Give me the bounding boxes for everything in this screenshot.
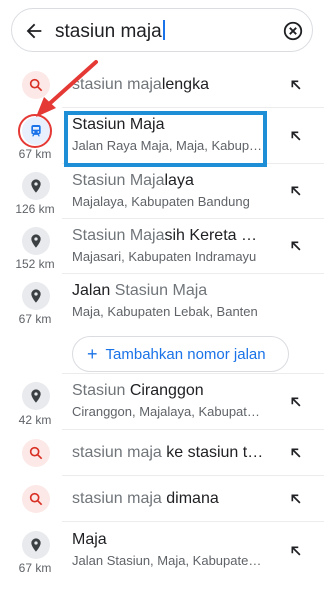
- arrow-up-left-icon[interactable]: [287, 237, 305, 255]
- suggestion-text: Maja Jalan Stasiun, Maja, Kabupaten Leba…: [72, 530, 267, 569]
- suggestion-address: Majasari, Kabupaten Indramayu: [72, 249, 257, 264]
- add-street-number-label: Tambahkan nomor jalan: [105, 346, 266, 363]
- search-input[interactable]: stasiun maja: [55, 20, 165, 43]
- arrow-up-left-icon[interactable]: [287, 76, 305, 94]
- suggestion-title-rest: Jalan: [72, 282, 115, 299]
- place-pin-icon: [22, 531, 50, 559]
- suggestion-text: stasiun maja dimana: [72, 489, 267, 509]
- arrow-up-left-icon[interactable]: [287, 182, 305, 200]
- suggestion-title-match: Stasiun Maja: [72, 227, 165, 244]
- list-item[interactable]: stasiun maja dimana: [0, 476, 324, 522]
- suggestion-title-rest: lengka: [161, 76, 209, 93]
- distance-label: 42 km: [18, 413, 52, 427]
- suggestion-text: stasiun maja ke stasiun tanah abang: [72, 443, 267, 463]
- place-pin-icon: [22, 282, 50, 310]
- suggestion-title-match: stasiun maja: [72, 444, 162, 461]
- arrow-up-left-icon[interactable]: [287, 393, 305, 411]
- suggestion-address: Majalaya, Kabupaten Bandung: [72, 194, 250, 209]
- add-street-number-button[interactable]: + Tambahkan nomor jalan: [72, 336, 289, 372]
- search-icon: [22, 439, 50, 467]
- list-item[interactable]: 152 km Stasiun Majasih Kereta Bandung Ma…: [0, 219, 324, 274]
- distance-label: 152 km: [15, 257, 55, 271]
- distance-label: 126 km: [15, 202, 55, 216]
- list-item[interactable]: stasiun majalengka: [0, 62, 324, 108]
- suggestion-title-rest: laya: [164, 172, 194, 189]
- arrow-up-left-icon[interactable]: [287, 127, 305, 145]
- suggestion-title-match: Stasiun Maja: [114, 282, 208, 299]
- list-item[interactable]: 67 km Maja Jalan Stasiun, Maja, Kabupate…: [0, 522, 324, 582]
- arrow-up-left-icon[interactable]: [287, 490, 305, 508]
- search-box[interactable]: stasiun maja: [11, 8, 313, 52]
- highlight-box-annotation: [64, 111, 267, 167]
- plus-icon: +: [87, 344, 98, 364]
- search-bar-container: stasiun maja: [0, 0, 324, 62]
- suggestion-title-rest: Maja: [72, 531, 107, 548]
- distance-label: 67 km: [18, 147, 52, 161]
- suggestion-title-match: Stasiun Maja: [72, 172, 165, 189]
- distance-label: 67 km: [18, 561, 52, 575]
- list-item[interactable]: 42 km Stasiun Ciranggon Ciranggon, Majal…: [0, 374, 324, 430]
- suggestion-text: Stasiun Majasih Kereta Bandung Majasari,…: [72, 226, 267, 265]
- arrow-back-icon[interactable]: [23, 20, 45, 42]
- clear-x-icon[interactable]: [282, 20, 304, 42]
- suggestion-title-match: stasiun maja: [72, 490, 162, 507]
- search-icon: [22, 71, 50, 99]
- text-cursor: [162, 20, 165, 40]
- red-circle-annotation: [18, 114, 52, 148]
- suggestion-title-rest: Ciranggon: [129, 382, 204, 399]
- list-item[interactable]: stasiun maja ke stasiun tanah abang: [0, 430, 324, 476]
- suggestion-title-match: Stasiun: [72, 382, 130, 399]
- suggestion-title-rest: sih Kereta Bandung: [164, 227, 268, 244]
- suggestion-title-match: stasiun maja: [72, 76, 162, 93]
- place-pin-icon: [22, 172, 50, 200]
- suggestion-text: Stasiun Ciranggon Ciranggon, Majalaya, K…: [72, 381, 267, 420]
- suggestion-address: Maja, Kabupaten Lebak, Banten: [72, 304, 258, 319]
- distance-label: 67 km: [18, 312, 52, 326]
- search-icon: [22, 485, 50, 513]
- suggestion-address: Jalan Stasiun, Maja, Kabupaten Lebak: [72, 553, 267, 568]
- place-pin-icon: [22, 382, 50, 410]
- suggestion-address: Ciranggon, Majalaya, Kabupaten Karawang: [72, 404, 267, 419]
- arrow-up-left-icon[interactable]: [287, 444, 305, 462]
- place-pin-icon: [22, 227, 50, 255]
- suggestion-title-rest: dimana: [161, 490, 219, 507]
- suggestion-text: Jalan Stasiun Maja Maja, Kabupaten Lebak…: [72, 281, 267, 320]
- suggestion-title-rest: ke stasiun tanah abang: [166, 444, 267, 461]
- suggestion-text: Stasiun Majalaya Majalaya, Kabupaten Ban…: [72, 171, 267, 210]
- suggestion-text: stasiun majalengka: [72, 75, 267, 95]
- arrow-up-left-icon[interactable]: [287, 542, 305, 560]
- list-item[interactable]: 126 km Stasiun Majalaya Majalaya, Kabupa…: [0, 164, 324, 219]
